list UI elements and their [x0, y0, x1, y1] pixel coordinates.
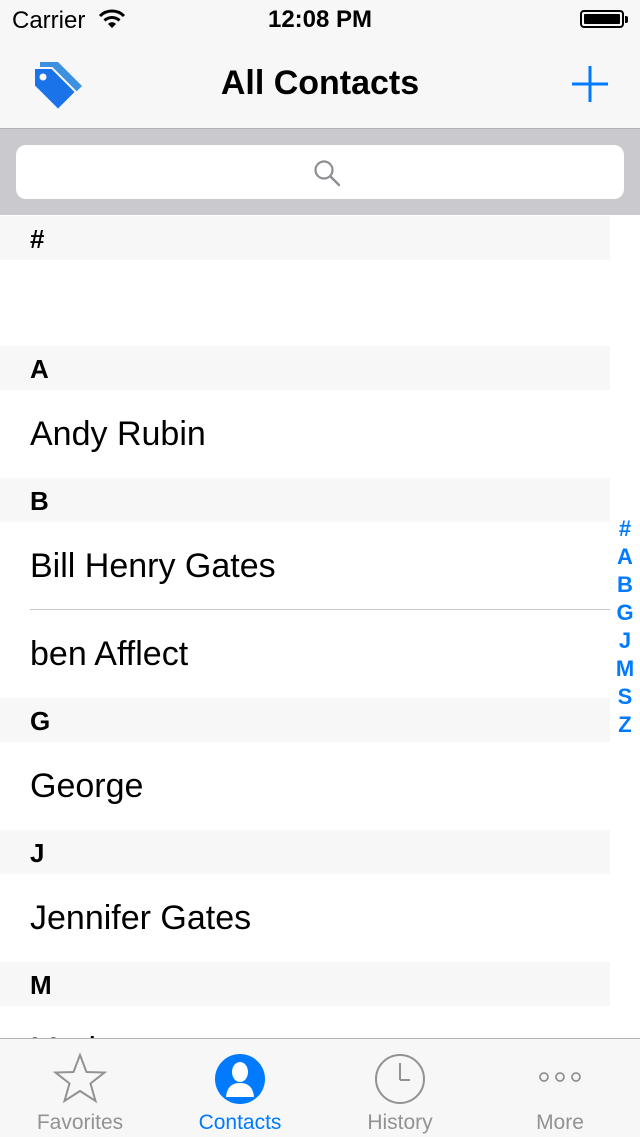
tab-history[interactable]: History	[320, 1039, 480, 1137]
section-header: A	[0, 346, 610, 390]
contact-row[interactable]: Andy Rubin	[0, 390, 610, 478]
section-header: J	[0, 830, 610, 874]
tab-label: Favorites	[36, 1111, 124, 1134]
index-item[interactable]: #	[610, 515, 640, 543]
contact-row[interactable]: Mark	[0, 1006, 610, 1038]
index-item[interactable]: S	[610, 683, 640, 711]
search-bar	[0, 129, 640, 215]
navigation-bar: All Contacts	[0, 40, 640, 129]
section-header: M	[0, 962, 610, 1006]
index-item[interactable]: G	[610, 599, 640, 627]
index-item[interactable]: B	[610, 571, 640, 599]
clock-time: 12:08 PM	[267, 6, 373, 33]
contact-row[interactable]: Bill Henry Gates	[0, 522, 610, 610]
add-contact-button[interactable]	[564, 58, 616, 110]
contact-row[interactable]: George	[0, 742, 610, 830]
section-header: B	[0, 478, 610, 522]
index-item[interactable]: J	[610, 627, 640, 655]
plus-icon	[572, 66, 608, 102]
index-item[interactable]: Z	[610, 711, 640, 739]
person-icon	[215, 1054, 265, 1104]
search-input[interactable]	[16, 145, 624, 199]
tab-label: History	[367, 1111, 433, 1134]
clock-icon	[375, 1054, 425, 1104]
ellipsis-icon	[539, 1072, 581, 1082]
tab-label: More	[536, 1111, 584, 1134]
tab-label: Contacts	[198, 1111, 282, 1134]
star-icon	[52, 1052, 108, 1104]
section-header: #	[0, 216, 610, 260]
contact-row[interactable]: ben Afflect	[0, 610, 610, 698]
contacts-list[interactable]: # A Andy Rubin B Bill Henry Gates ben Af…	[0, 216, 610, 1038]
index-item[interactable]: M	[610, 655, 640, 683]
tab-bar: Favorites Contacts History More	[0, 1038, 640, 1137]
index-item[interactable]: A	[610, 543, 640, 571]
tab-contacts[interactable]: Contacts	[160, 1039, 320, 1137]
contact-row[interactable]: Jennifer Gates	[0, 874, 610, 962]
status-bar: Carrier 12:08 PM	[0, 0, 640, 40]
tab-more[interactable]: More	[480, 1039, 640, 1137]
battery-icon	[580, 10, 628, 30]
empty-section-row	[0, 260, 610, 346]
tab-favorites[interactable]: Favorites	[0, 1039, 160, 1137]
page-title: All Contacts	[220, 64, 420, 102]
search-icon	[314, 160, 341, 187]
section-index[interactable]: # A B G J M S Z	[610, 515, 640, 739]
section-header: G	[0, 698, 610, 742]
